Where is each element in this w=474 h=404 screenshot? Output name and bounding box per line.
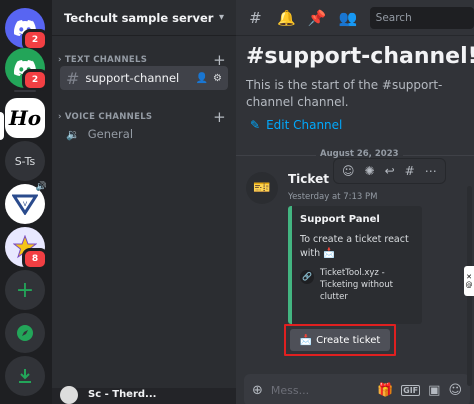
message-composer[interactable]: ⊕ Mess... 🎁 GIF ▣ ☺: [244, 374, 470, 404]
speaker-icon: 🔉: [66, 127, 80, 141]
server-ho-label: Ho: [8, 106, 42, 130]
message-actions-bar: ☺ ✺ ↩ # ⋯: [333, 158, 446, 184]
chat-area: #support-channel! This is the start of t…: [236, 36, 474, 404]
server-gta-logo-icon: V: [12, 194, 38, 215]
chevron-down-icon: ▾: [218, 12, 224, 23]
server-header[interactable]: Techcult sample server ▾: [52, 0, 236, 36]
channel-label: General: [87, 127, 134, 141]
channel-label: support-channel: [85, 71, 180, 85]
envelope-icon: 📩: [323, 248, 336, 259]
envelope-icon: 📩: [299, 334, 313, 346]
add-reaction-icon[interactable]: ☺: [342, 164, 355, 178]
speaker-icon: 🔊: [35, 182, 47, 192]
plus-icon: +: [15, 277, 35, 303]
edit-channel-label: Edit Channel: [266, 118, 343, 132]
message-input[interactable]: Mess...: [271, 384, 309, 397]
channel-general-voice[interactable]: 🔉 General: [60, 122, 228, 146]
more-icon[interactable]: ⋯: [425, 164, 437, 178]
pencil-icon: ✎: [250, 118, 261, 132]
invite-icon[interactable]: 👤: [196, 73, 208, 84]
date-divider: August 26, 2023: [236, 149, 474, 159]
bell-icon[interactable]: 🔔: [277, 9, 296, 27]
download-icon: [19, 369, 31, 383]
chevron-right-icon: ›: [58, 112, 62, 122]
ticket-icon: 🎫: [253, 180, 271, 196]
channel-sidebar: Techcult sample server ▾ › TEXT CHANNELS…: [52, 0, 236, 404]
server-sts-icon[interactable]: S-Ts: [5, 141, 45, 181]
side-widget[interactable]: ✕ @: [464, 266, 474, 296]
create-ticket-label: Create ticket: [316, 334, 381, 346]
pin-icon[interactable]: 📌: [308, 9, 327, 27]
welcome-title: #support-channel!: [246, 44, 474, 69]
server-star-icon[interactable]: 8: [5, 227, 48, 270]
embed-footer-text: TicketTool.xyz - Ticketing without clutt…: [320, 268, 393, 302]
create-ticket-button[interactable]: 📩 Create ticket: [290, 329, 390, 351]
super-reaction-icon[interactable]: ✺: [365, 164, 375, 178]
channel-support[interactable]: # support-channel 👤 ⚙: [60, 66, 228, 90]
threads-icon[interactable]: #: [246, 9, 265, 27]
discord-home-button[interactable]: 2: [5, 8, 48, 51]
add-server-button[interactable]: +: [5, 270, 45, 310]
chevron-right-icon: ›: [58, 55, 62, 65]
embed-footer: 🔗 TicketTool.xyz - Ticketing without clu…: [300, 267, 414, 303]
welcome-description: This is the start of the #support-channe…: [246, 78, 443, 109]
gear-icon[interactable]: ⚙: [213, 73, 222, 84]
add-attachment-icon[interactable]: ⊕: [252, 383, 263, 398]
rail-separator: [14, 90, 36, 92]
explore-servers-button[interactable]: [5, 313, 45, 353]
server-rail: 2 2 Ho S-Ts V 🔊 8 +: [0, 0, 52, 404]
link-icon: 🔗: [300, 270, 314, 284]
emoji-icon[interactable]: ☺: [448, 383, 462, 398]
download-apps-button[interactable]: [5, 356, 45, 396]
embed-description: To create a ticket react with 📩: [300, 233, 414, 261]
selected-server-pill: [0, 112, 4, 140]
compass-icon: [17, 325, 33, 341]
gif-icon[interactable]: GIF: [401, 384, 421, 396]
server-gta-icon[interactable]: V 🔊: [5, 182, 47, 224]
notification-badge: 8: [22, 248, 48, 270]
server-ho-icon[interactable]: Ho: [5, 98, 45, 138]
search-input[interactable]: Search: [369, 6, 474, 29]
channel-toolbar: # 🔔 📌 👥 Search: [236, 0, 474, 36]
hash-icon: #: [66, 68, 80, 88]
user-panel[interactable]: Sc - Therd...: [52, 386, 236, 404]
thread-icon[interactable]: #: [405, 164, 415, 178]
sticker-icon[interactable]: ▣: [428, 383, 440, 398]
category-label: VOICE CHANNELS: [64, 112, 153, 122]
gift-icon[interactable]: 🎁: [377, 383, 393, 398]
category-label: TEXT CHANNELS: [64, 55, 148, 65]
members-icon[interactable]: 👥: [339, 9, 358, 27]
message-timestamp: Yesterday at 7:13 PM: [288, 192, 378, 202]
edit-channel-link[interactable]: ✎ Edit Channel: [250, 118, 342, 132]
avatar[interactable]: 🎫: [246, 172, 278, 204]
reply-icon[interactable]: ↩: [385, 164, 395, 178]
support-panel-embed: Support Panel To create a ticket react w…: [288, 206, 422, 324]
notification-badge: 2: [22, 69, 48, 91]
server-name: Techcult sample server: [64, 10, 214, 25]
close-icon[interactable]: ✕: [466, 273, 472, 281]
at-icon: @: [465, 281, 473, 289]
server-green-icon[interactable]: 2: [5, 48, 48, 91]
embed-text: To create a ticket react with: [300, 234, 409, 259]
user-name: Sc - Therd...: [88, 389, 157, 400]
avatar: [60, 386, 78, 404]
search-placeholder: Search: [375, 11, 412, 24]
server-sts-label: S-Ts: [14, 154, 36, 168]
embed-title: Support Panel: [300, 214, 380, 225]
